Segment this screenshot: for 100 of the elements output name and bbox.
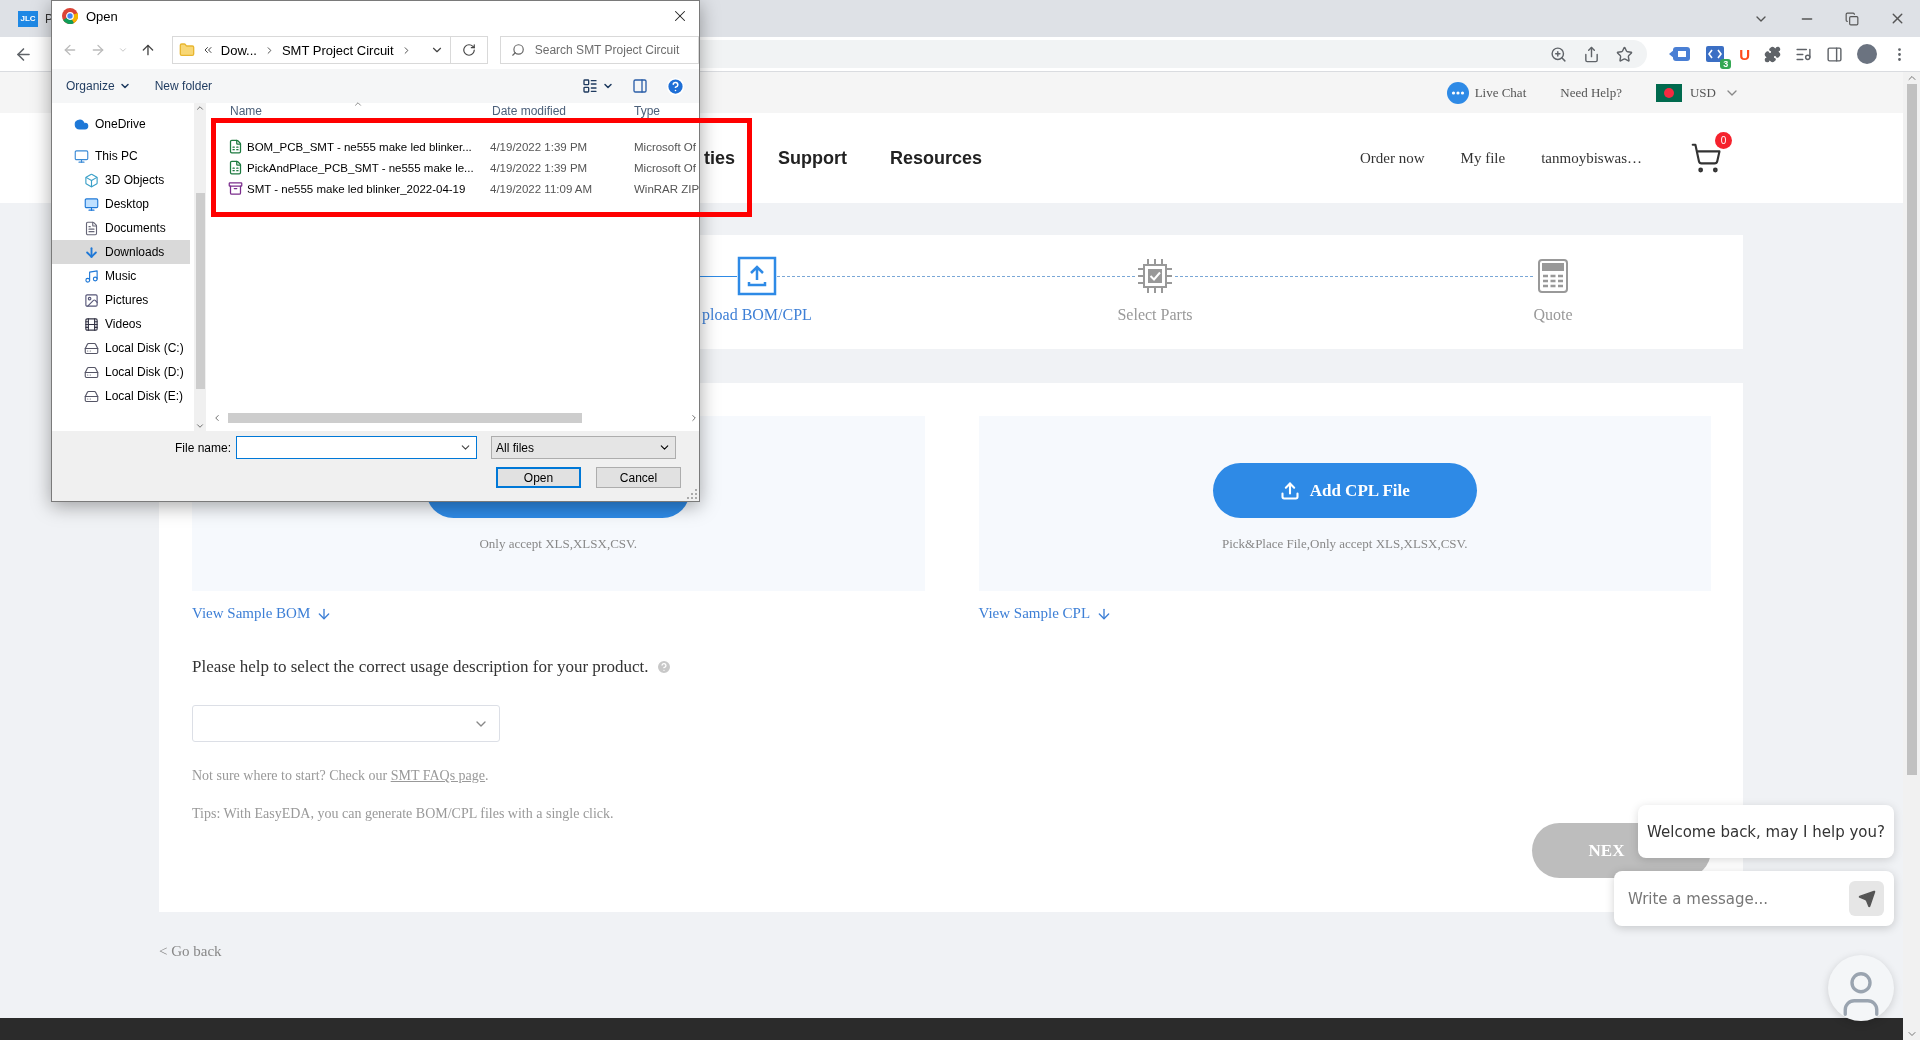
nav-item[interactable]: 3D Objects	[52, 168, 190, 192]
path-segment[interactable]: Dow...	[220, 42, 257, 58]
nav-item[interactable]: This PC	[52, 144, 190, 168]
restore-icon[interactable]	[1845, 11, 1859, 26]
live-chat-link[interactable]: Live Chat	[1446, 81, 1527, 104]
scroll-thumb[interactable]	[195, 193, 205, 389]
send-icon	[1857, 889, 1876, 908]
file-row[interactable]: BOM_PCB_SMT - ne555 make led blinker... 4/19/2022 1:39 PM Microsoft Of	[206, 136, 699, 157]
disk-drive-icon	[84, 388, 99, 404]
view-options-button[interactable]	[582, 78, 614, 94]
chip-icon	[1135, 256, 1175, 296]
sample-link[interactable]: View Sample BOM	[192, 605, 333, 622]
monitor-icon	[74, 148, 89, 164]
resize-grip-icon[interactable]	[687, 489, 697, 499]
step-label: Select Parts	[1117, 306, 1193, 324]
tab-favicon: JLC	[18, 10, 38, 27]
faq-text: Not sure where to start? Check our SMT FAQs page.	[192, 768, 490, 784]
file-type: Microsoft Of	[634, 140, 696, 153]
nav-item[interactable]: OneDrive	[52, 112, 190, 136]
step-label: pload BOM/CPL	[702, 306, 812, 324]
scroll-thumb[interactable]	[228, 413, 582, 423]
nav-link[interactable]: My file	[1460, 149, 1506, 167]
file-row[interactable]: PickAndPlace_PCB_SMT - ne555 make le... 4/19/2022 1:39 PM Microsoft Of	[206, 157, 699, 178]
currency-selector[interactable]: USD	[1656, 83, 1740, 102]
nav-item[interactable]: Local Disk (D:)	[52, 360, 190, 384]
column-header[interactable]: Name	[230, 104, 262, 118]
nav-link[interactable]: Order now	[1360, 149, 1425, 167]
dialog-title: Open	[86, 8, 118, 24]
refresh-button[interactable]	[450, 36, 488, 64]
file-type: WinRAR ZIP	[634, 182, 700, 195]
cube-icon	[84, 172, 99, 188]
horizontal-scrollbar[interactable]	[212, 411, 699, 425]
tips-text: Tips: With EasyEDA, you can generate BOM/CPL files with a single click.	[192, 806, 615, 822]
search-field[interactable]: Search SMT Project Circuit	[532, 42, 697, 58]
file-date: 4/19/2022 1:39 PM	[490, 161, 588, 174]
preview-pane-icon[interactable]	[632, 78, 648, 94]
document-icon	[84, 220, 99, 236]
step-label: Quote	[1533, 306, 1573, 324]
column-header[interactable]: Date modified	[492, 104, 567, 118]
folder-icon	[178, 42, 195, 58]
cart-icon[interactable]	[1690, 142, 1722, 174]
help-icon[interactable]	[666, 76, 685, 96]
scroll-right-icon[interactable]	[689, 413, 699, 423]
path-bar[interactable]: Dow... SMT Project Circuit	[171, 36, 451, 64]
extension-icon[interactable]	[1669, 46, 1692, 62]
help-link[interactable]: Need Help?	[1560, 84, 1622, 101]
download-icon	[84, 244, 99, 260]
nav-item[interactable]: Desktop	[52, 192, 190, 216]
nav-item[interactable]: Music	[52, 264, 190, 288]
drop-zone[interactable]: Add CPL File Pick&Place File,Only accept XLS,XLSX,CSV.	[978, 416, 1711, 591]
message-box[interactable]: Write a message...	[1614, 871, 1894, 926]
dialog-button[interactable]: Cancel	[596, 467, 681, 488]
code-extension-icon[interactable]	[1705, 45, 1726, 63]
file-date: 4/19/2022 11:09 AM	[490, 182, 593, 195]
refresh-icon	[461, 43, 476, 57]
file-name: BOM_PCB_SMT - ne555 make led blinker...	[247, 140, 472, 153]
send-button[interactable]	[1849, 881, 1884, 916]
picture-icon	[84, 292, 99, 308]
sample-link[interactable]: View Sample CPL	[978, 605, 1113, 622]
bookmark-star-icon[interactable]	[1616, 45, 1634, 63]
nav-item[interactable]: Videos	[52, 312, 190, 336]
view-list-icon	[582, 78, 598, 94]
nav-item[interactable]: Local Disk (C:)	[52, 336, 190, 360]
column-header[interactable]: Type	[634, 104, 660, 118]
flag-icon	[1656, 83, 1682, 102]
side-panel-icon[interactable]	[1826, 45, 1843, 63]
add-file-button[interactable]: Add CPL File	[1212, 463, 1477, 518]
file-type-select[interactable]: All files	[491, 436, 676, 459]
upload-icon	[1279, 480, 1300, 501]
nav-item[interactable]: Local Disk (E:)	[52, 384, 190, 408]
app-logo-icon	[62, 8, 78, 24]
message-field[interactable]: Write a message...	[1626, 888, 1849, 909]
count-badge: 3	[1720, 59, 1732, 69]
scroll-thumb[interactable]	[1906, 84, 1917, 775]
toolbar-button[interactable]: Organize	[66, 79, 131, 93]
profile-avatar[interactable]	[1857, 44, 1877, 64]
music-note-icon	[84, 268, 99, 284]
share-icon[interactable]	[1583, 45, 1601, 63]
nav-menu-item[interactable]: Resources	[890, 147, 983, 169]
file-row[interactable]: SMT - ne555 make led blinker_2022-04-19 4/19/2022 11:09 AM WinRAR ZIP	[206, 178, 699, 199]
scroll-left-icon[interactable]	[212, 413, 222, 423]
dialog-button[interactable]: Open	[496, 467, 581, 488]
disk-drive-icon	[84, 364, 99, 380]
nav-menu-item[interactable]: ties	[704, 147, 736, 169]
path-segment[interactable]: SMT Project Circuit	[281, 42, 394, 58]
scrollbar[interactable]	[1903, 72, 1920, 1040]
nav-scrollbar[interactable]	[194, 103, 206, 431]
nav-item[interactable]: Downloads	[52, 240, 190, 264]
nav-menu-item[interactable]: Support	[778, 147, 848, 169]
toolbar-button[interactable]: New folder	[154, 79, 213, 93]
scroll-down-icon[interactable]	[195, 421, 205, 431]
nav-item[interactable]: Documents	[52, 216, 190, 240]
file-name-field[interactable]	[236, 436, 477, 459]
search-box[interactable]: Search SMT Project Circuit	[499, 36, 699, 64]
spreadsheet-icon	[228, 160, 243, 175]
puzzle-icon[interactable]	[1764, 45, 1781, 63]
nav-item[interactable]: Pictures	[52, 288, 190, 312]
user-name-link[interactable]: tanmoybiswas…	[1541, 149, 1642, 167]
scroll-up-icon[interactable]	[195, 103, 205, 113]
zoom-icon[interactable]	[1550, 45, 1568, 63]
